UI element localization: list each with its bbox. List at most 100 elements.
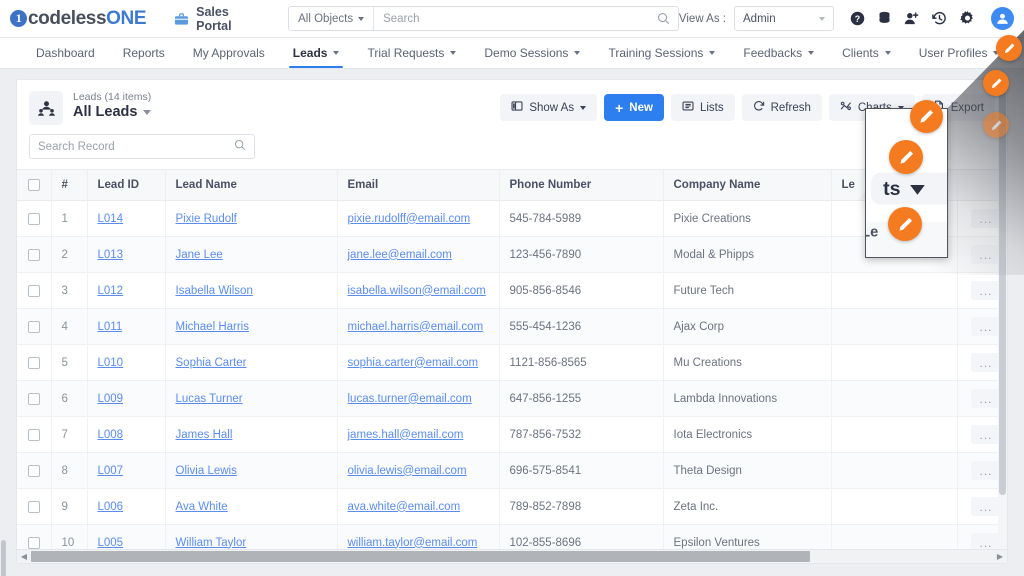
history-icon[interactable] — [932, 11, 947, 26]
lead-name-link[interactable]: Olivia Lewis — [176, 465, 237, 477]
lead-id-link[interactable]: L013 — [98, 249, 124, 261]
select-all-checkbox[interactable] — [27, 179, 40, 191]
row-checkbox[interactable] — [27, 320, 40, 333]
nav-item-demo-sessions[interactable]: Demo Sessions — [470, 38, 594, 68]
lead-name-link[interactable]: Ava White — [176, 501, 228, 513]
row-checkbox[interactable] — [27, 248, 40, 261]
add-user-icon[interactable] — [904, 11, 919, 26]
lead-id-link[interactable]: L005 — [98, 537, 124, 549]
settings-gear-icon[interactable] — [960, 11, 975, 26]
search-icon[interactable] — [234, 138, 246, 156]
row-actions-button[interactable]: ... — [971, 425, 1001, 445]
lead-name-link[interactable]: William Taylor — [176, 537, 247, 549]
table-row[interactable]: 1 L014 Pixie Rudolf pixie.rudolff@email.com… — [17, 200, 1007, 238]
row-lead-id[interactable]: L008 — [87, 416, 166, 454]
database-icon[interactable] — [878, 11, 891, 26]
help-icon[interactable]: ? — [850, 11, 865, 26]
row-checkbox[interactable] — [27, 428, 40, 441]
column-lead-name[interactable]: Lead Name — [165, 168, 338, 202]
row-email[interactable]: michael.harris@email.com — [337, 308, 500, 346]
edit-pencil-button-topbar[interactable] — [996, 35, 1022, 61]
row-lead-id[interactable]: L013 — [87, 236, 166, 274]
table-row[interactable]: 8 L007 Olivia Lewis olivia.lewis@email.com 6… — [17, 452, 1007, 490]
row-lead-name[interactable]: Sophia Carter — [165, 344, 338, 382]
row-lead-name[interactable]: Ava White — [165, 488, 338, 526]
scroll-left-arrow[interactable]: ◀ — [17, 550, 31, 564]
row-email[interactable]: lucas.turner@email.com — [337, 380, 500, 418]
lead-name-link[interactable]: Pixie Rudolf — [176, 213, 237, 225]
table-row[interactable]: 4 L011 Michael Harris michael.harris@email.… — [17, 308, 1007, 346]
vertical-scrollbar[interactable] — [998, 80, 1007, 549]
nav-item-clients[interactable]: Clients — [828, 38, 905, 68]
row-email[interactable]: jane.lee@email.com — [337, 236, 500, 274]
nav-item-trial-requests[interactable]: Trial Requests — [353, 38, 470, 68]
lead-name-link[interactable]: James Hall — [176, 429, 233, 441]
edit-pencil-button-magnified-1[interactable] — [910, 100, 943, 133]
vertical-scrollbar-thumb[interactable] — [999, 82, 1006, 495]
column-phone-number[interactable]: Phone Number — [499, 168, 664, 202]
nav-item-leads[interactable]: Leads — [279, 38, 354, 68]
email-link[interactable]: olivia.lewis@email.com — [348, 465, 467, 477]
row-checkbox[interactable] — [27, 212, 40, 225]
row-lead-id[interactable]: L007 — [87, 452, 166, 490]
nav-item-training-sessions[interactable]: Training Sessions — [594, 38, 729, 68]
row-actions-button[interactable]: ... — [971, 317, 1001, 337]
lead-name-link[interactable]: Sophia Carter — [176, 357, 247, 369]
lead-id-link[interactable]: L012 — [98, 285, 124, 297]
row-lead-name[interactable]: Isabella Wilson — [165, 272, 338, 310]
magnified-charts-button[interactable]: ts — [870, 172, 947, 205]
nav-item-dashboard[interactable]: Dashboard — [22, 38, 109, 68]
scroll-right-arrow[interactable]: ▶ — [993, 550, 1007, 564]
email-link[interactable]: james.hall@email.com — [348, 429, 464, 441]
row-lead-name[interactable]: Lucas Turner — [165, 380, 338, 418]
row-checkbox[interactable] — [27, 392, 40, 405]
row-lead-id[interactable]: L006 — [87, 488, 166, 526]
email-link[interactable]: sophia.carter@email.com — [348, 357, 479, 369]
search-input[interactable] — [374, 12, 657, 25]
email-link[interactable]: isabella.wilson@email.com — [348, 285, 486, 297]
column-company-name[interactable]: Company Name — [663, 168, 832, 202]
row-lead-name[interactable]: Michael Harris — [165, 308, 338, 346]
horizontal-scrollbar-thumb[interactable] — [31, 551, 811, 562]
email-link[interactable]: william.taylor@email.com — [348, 537, 478, 549]
row-lead-id[interactable]: L014 — [87, 200, 166, 238]
column-index[interactable]: # — [51, 168, 88, 202]
portal-switcher[interactable]: Sales Portal — [174, 5, 260, 33]
lead-name-link[interactable]: Jane Lee — [176, 249, 223, 261]
lead-id-link[interactable]: L009 — [98, 393, 124, 405]
nav-item-my-approvals[interactable]: My Approvals — [179, 38, 279, 68]
row-actions-button[interactable]: ... — [971, 353, 1001, 373]
row-lead-id[interactable]: L010 — [87, 344, 166, 382]
horizontal-scroll-track[interactable] — [31, 551, 993, 562]
row-email[interactable]: pixie.rudolff@email.com — [337, 200, 500, 238]
row-checkbox[interactable] — [27, 536, 40, 549]
search-icon[interactable] — [657, 12, 678, 25]
view-selector[interactable]: All Leads — [73, 104, 152, 120]
search-record-input[interactable] — [38, 140, 234, 153]
row-email[interactable]: olivia.lewis@email.com — [337, 452, 500, 490]
row-lead-name[interactable]: James Hall — [165, 416, 338, 454]
row-actions-button[interactable]: ... — [971, 281, 1001, 301]
edit-pencil-button-charts[interactable] — [983, 70, 1009, 96]
email-link[interactable]: jane.lee@email.com — [348, 249, 452, 261]
row-lead-name[interactable]: Pixie Rudolf — [165, 200, 338, 238]
nav-item-reports[interactable]: Reports — [109, 38, 179, 68]
row-actions-button[interactable]: ... — [971, 389, 1001, 409]
horizontal-scrollbar[interactable]: ◀ ▶ — [17, 549, 1007, 563]
edit-pencil-button-magnified-2[interactable] — [889, 140, 923, 174]
row-email[interactable]: james.hall@email.com — [337, 416, 500, 454]
view-as-dropdown[interactable]: Admin — [734, 6, 834, 31]
show-as-button[interactable]: Show As — [500, 94, 598, 121]
app-logo[interactable]: 1 codeless ONE — [10, 8, 147, 30]
new-button[interactable]: + New — [604, 94, 664, 121]
row-checkbox[interactable] — [27, 464, 40, 477]
email-link[interactable]: pixie.rudolff@email.com — [348, 213, 471, 225]
object-filter-dropdown[interactable]: All Objects — [289, 7, 375, 30]
table-row[interactable]: 7 L008 James Hall james.hall@email.com 787-8… — [17, 416, 1007, 454]
column-email[interactable]: Email — [337, 168, 500, 202]
email-link[interactable]: lucas.turner@email.com — [348, 393, 472, 405]
lead-name-link[interactable]: Michael Harris — [176, 321, 250, 333]
table-row[interactable]: 3 L012 Isabella Wilson isabella.wilson@emai… — [17, 272, 1007, 310]
row-lead-name[interactable]: Jane Lee — [165, 236, 338, 274]
edit-pencil-button-export[interactable] — [983, 112, 1009, 138]
